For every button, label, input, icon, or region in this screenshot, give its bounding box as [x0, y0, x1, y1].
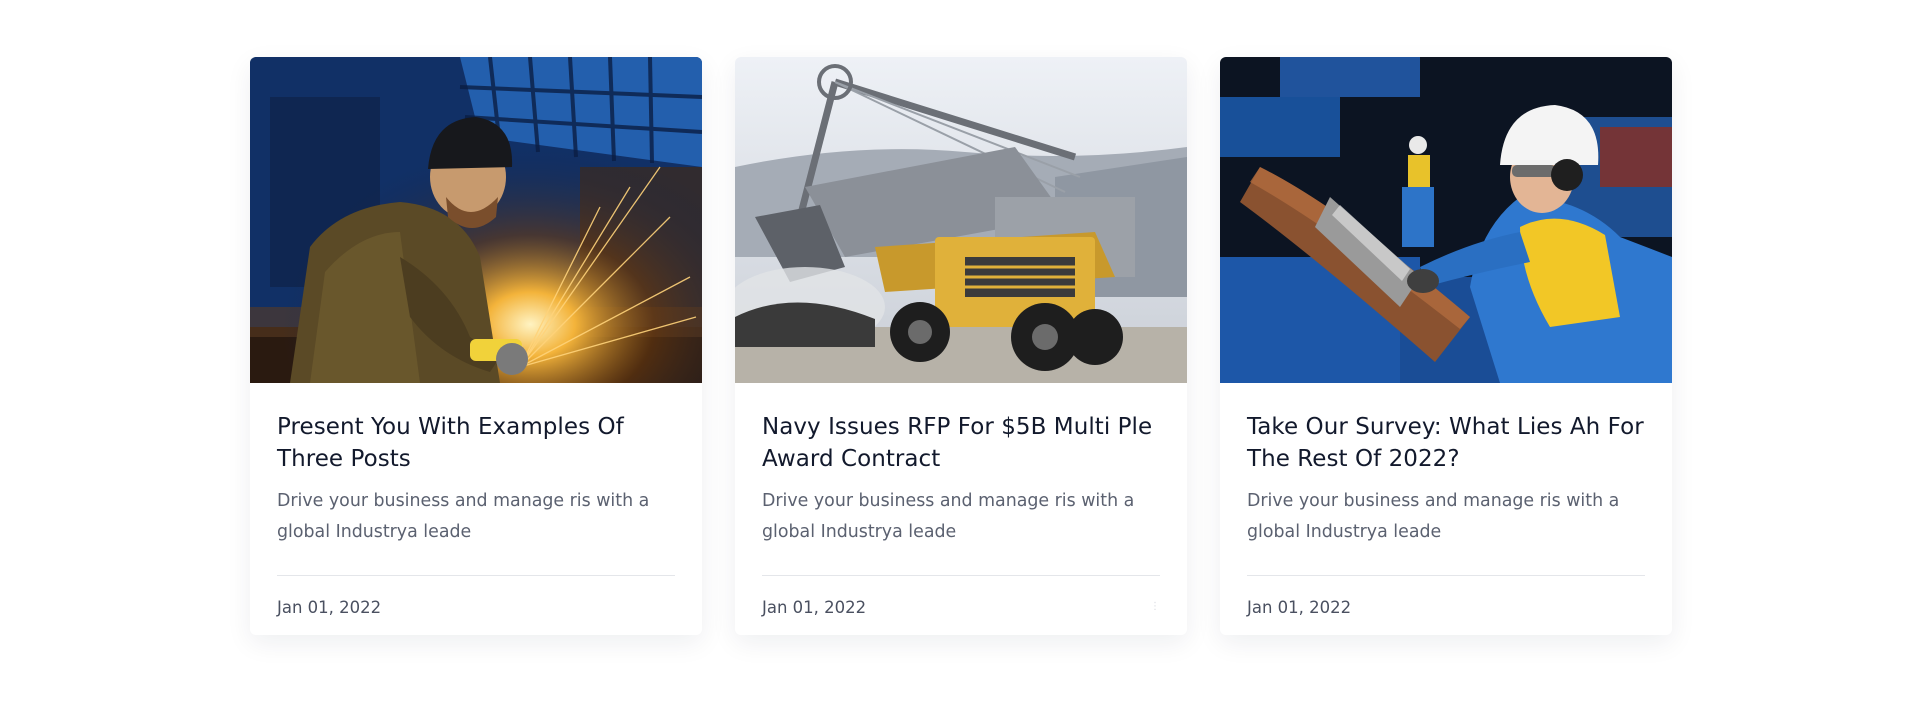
card-footer: Jan 01, 2022: [277, 576, 675, 635]
blog-card[interactable]: Present You With Examples Of Three Posts…: [250, 57, 702, 635]
card-title[interactable]: Take Our Survey: What Lies Ah For The Re…: [1247, 411, 1645, 475]
more-dots-icon[interactable]: ⋮: [1150, 602, 1160, 612]
engineer-photo[interactable]: [1220, 57, 1672, 383]
welder-photo[interactable]: [250, 57, 702, 383]
card-date: Jan 01, 2022: [762, 597, 867, 617]
card-date: Jan 01, 2022: [277, 597, 382, 617]
blog-card[interactable]: Navy Issues RFP For $5B Multi Ple Award …: [735, 57, 1187, 635]
card-excerpt: Drive your business and manage ris with …: [762, 491, 1135, 542]
card-excerpt: Drive your business and manage ris with …: [1247, 491, 1620, 542]
mining-truck-photo[interactable]: [735, 57, 1187, 383]
card-excerpt: Drive your business and manage ris with …: [277, 491, 650, 542]
blog-card[interactable]: Take Our Survey: What Lies Ah For The Re…: [1220, 57, 1672, 635]
blog-card-grid: Present You With Examples Of Three Posts…: [250, 57, 1674, 635]
card-title[interactable]: Navy Issues RFP For $5B Multi Ple Award …: [762, 411, 1160, 475]
card-date: Jan 01, 2022: [1247, 597, 1352, 617]
card-footer: Jan 01, 2022: [1247, 576, 1645, 635]
card-title[interactable]: Present You With Examples Of Three Posts: [277, 411, 675, 475]
card-footer: Jan 01, 2022 ⋮: [762, 576, 1160, 635]
